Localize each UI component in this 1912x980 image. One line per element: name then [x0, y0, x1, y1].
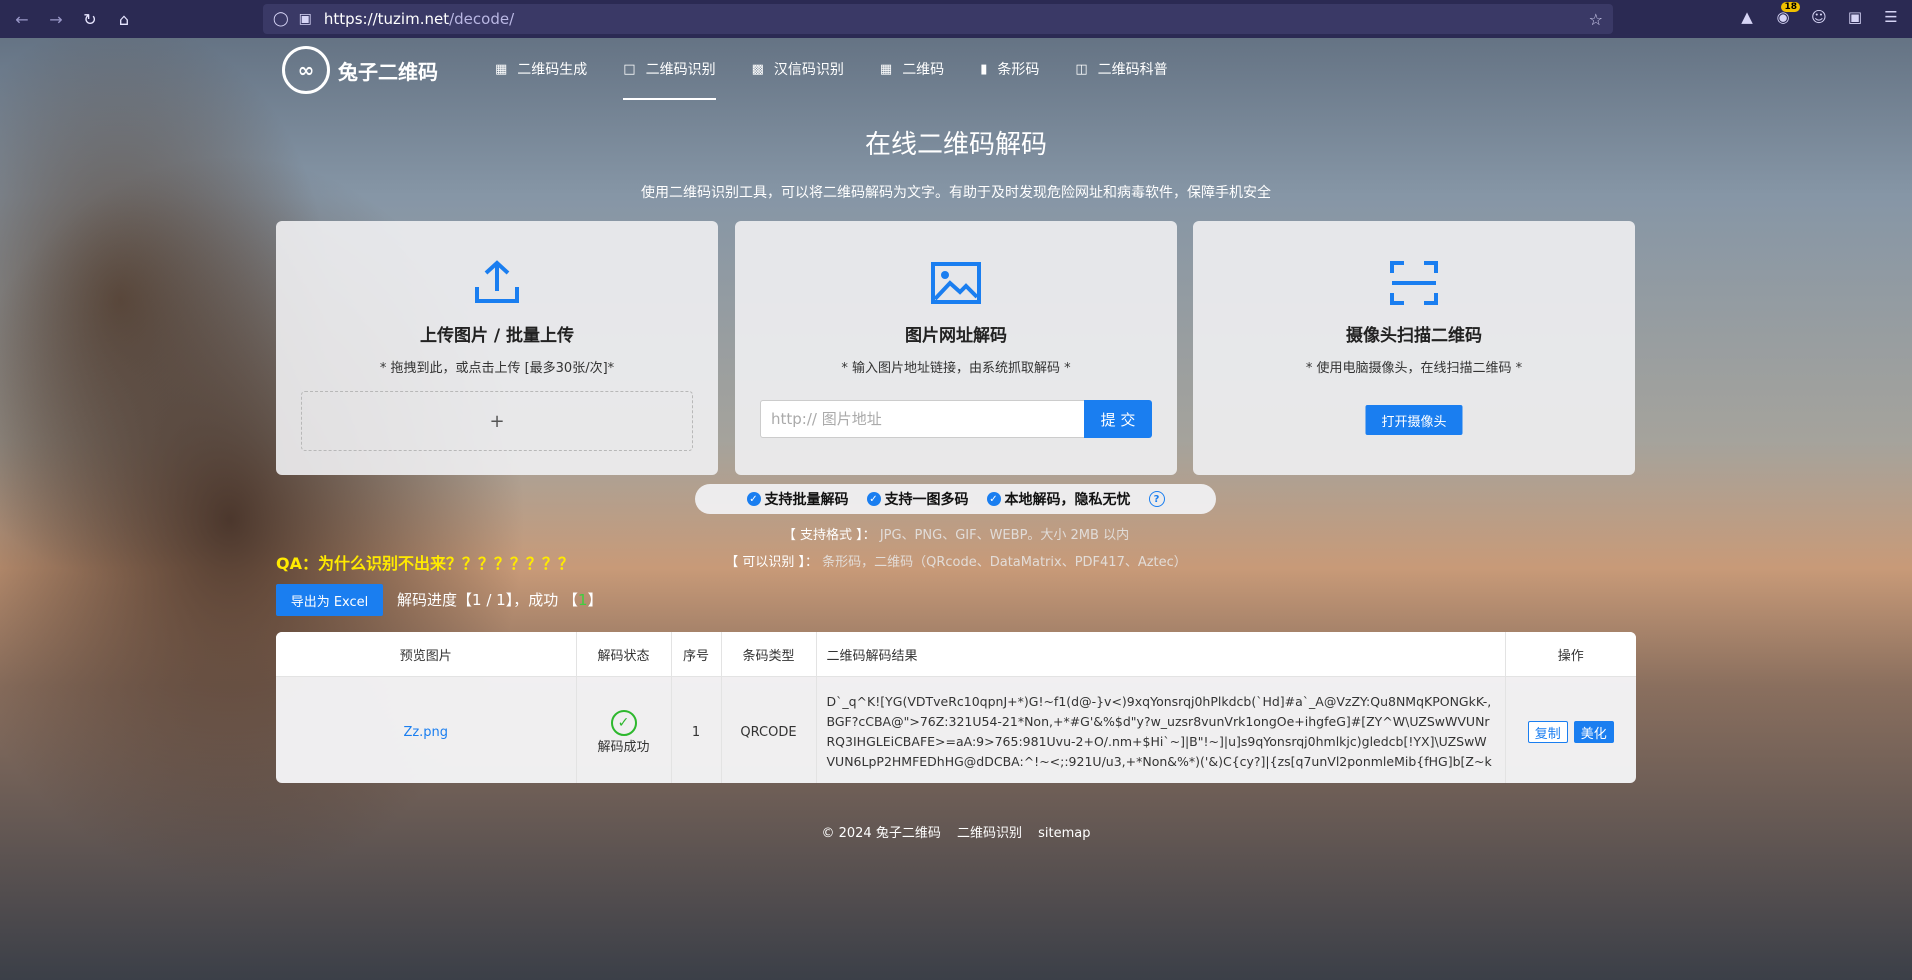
open-camera-button[interactable]: 打开摄像头	[1365, 405, 1463, 435]
url-decode-title: 图片网址解码	[905, 326, 1007, 346]
browser-toolbar: ← → ↻ ⌂ ◯ ▣ https://tuzim.net/decode/ ☆ …	[0, 0, 1912, 38]
col-type: 条码类型	[721, 632, 817, 677]
table-header-row: 预览图片 解码状态 序号 条码类型 二维码解码结果 操作	[276, 632, 1636, 677]
help-icon[interactable]: ?	[1148, 491, 1165, 507]
hamburger-menu-icon[interactable]: ☰	[1880, 6, 1902, 28]
barcode-icon: ▮	[980, 61, 988, 77]
bookmark-star-icon[interactable]: ☆	[1589, 10, 1603, 29]
camera-desc: * 使用电脑摄像头，在线扫描二维码 *	[1305, 361, 1523, 376]
footer-copyright[interactable]: © 2024 兔子二维码	[821, 826, 940, 841]
site-header: ∞ 兔子二维码 ▦ 二维码生成 □ 二维码识别 ▩ 汉信码识别 ▦ 二维码 ▮ 条形码 ◫…	[0, 38, 1912, 100]
page-title: 在线二维码解码	[864, 130, 1047, 160]
extension-shield-icon[interactable]: ◉ 18	[1772, 2, 1800, 28]
url-text[interactable]: https://tuzim.net/decode/	[324, 10, 514, 28]
profile-avatar-icon[interactable]: ☺	[1808, 6, 1830, 28]
forward-arrow-icon[interactable]: →	[44, 7, 68, 31]
url-decode-card: 图片网址解码 * 输入图片地址链接，由系统抓取解码 * 提 交	[735, 221, 1177, 475]
export-excel-button[interactable]: 导出为 Excel	[276, 584, 383, 616]
url-form: 提 交	[760, 400, 1152, 438]
upload-icon	[475, 260, 519, 303]
page-subtitle: 使用二维码识别工具，可以将二维码解码为文字。有助于及时发现危险网址和病毒软件，保…	[641, 185, 1271, 201]
lock-icon[interactable]: ▣	[299, 11, 312, 27]
check-icon: ✓	[746, 492, 761, 506]
check-icon: ✓	[986, 492, 1001, 506]
nav-qr-generate[interactable]: ▦ 二维码生成	[495, 38, 587, 100]
result-text[interactable]: D`_q^K![YG(VDTveRc10qpnJ+*)G!~f1(d@-}v<)…	[816, 676, 1506, 783]
back-arrow-icon[interactable]: ←	[10, 7, 34, 31]
status-cell: ✓ 解码成功	[576, 676, 672, 783]
image-url-input[interactable]	[760, 400, 1084, 438]
index-cell: 1	[671, 676, 722, 783]
table-row: Zz.png ✓ 解码成功 1 QRCODE D`_q^K![YG(VDTveR…	[276, 676, 1636, 784]
nav-qr-decode[interactable]: □ 二维码识别	[623, 38, 716, 100]
upload-card: 上传图片 / 批量上传 * 拖拽到此，或点击上传 [最多30张/次]* +	[276, 221, 718, 475]
extensions-icon[interactable]: ▲	[1736, 6, 1758, 28]
nav-qr-knowledge[interactable]: ◫ 二维码科普	[1075, 38, 1167, 100]
success-check-icon: ✓	[610, 709, 637, 736]
col-result: 二维码解码结果	[816, 632, 1506, 677]
shield-icon[interactable]: ◯	[273, 11, 289, 27]
book-icon: ◫	[1075, 61, 1088, 77]
camera-title: 摄像头扫描二维码	[1346, 326, 1482, 346]
submit-button[interactable]: 提 交	[1084, 400, 1152, 438]
qa-link[interactable]: QA：为什么识别不出来？？？？？？？？	[276, 550, 574, 574]
upload-dropzone[interactable]: +	[301, 391, 693, 451]
supported-formats: 【 支持格式 】： JPG、PNG、GIF、WEBP。大小 2MB 以内	[782, 528, 1130, 543]
col-preview: 预览图片	[276, 632, 577, 677]
footer-link-sitemap[interactable]: sitemap	[1038, 826, 1090, 841]
feature-pill: ✓ 支持批量解码 ✓ 支持一图多码 ✓ 本地解码，隐私无忧 ?	[695, 484, 1216, 514]
feature-item: ✓ 支持批量解码	[746, 489, 849, 509]
status-text: 解码成功	[597, 739, 650, 755]
tampermonkey-icon[interactable]: ▣	[1844, 6, 1866, 28]
nav-hanxin-decode[interactable]: ▩ 汉信码识别	[752, 38, 844, 100]
logo-text: 兔子二维码	[338, 59, 438, 84]
decode-progress: 解码进度【1 / 1】，成功 【1】	[397, 591, 603, 609]
plus-icon: +	[489, 410, 505, 432]
grid-icon: ▦	[879, 61, 893, 77]
address-bar[interactable]: ◯ ▣ https://tuzim.net/decode/ ☆	[263, 4, 1613, 34]
feature-item: ✓ 本地解码，隐私无忧	[986, 489, 1131, 509]
col-actions: 操作	[1505, 632, 1636, 677]
main-nav: ▦ 二维码生成 □ 二维码识别 ▩ 汉信码识别 ▦ 二维码 ▮ 条形码 ◫ 二维码科普	[495, 38, 1204, 100]
upload-title: 上传图片 / 批量上传	[419, 326, 575, 346]
col-index: 序号	[671, 632, 722, 677]
site-logo[interactable]: ∞ 兔子二维码	[282, 46, 438, 94]
nav-qrcode[interactable]: ▦ 二维码	[880, 38, 944, 100]
check-icon: ✓	[866, 492, 881, 506]
camera-card: 摄像头扫描二维码 * 使用电脑摄像头，在线扫描二维码 * 打开摄像头	[1193, 221, 1635, 475]
image-icon	[931, 262, 981, 304]
url-decode-desc: * 输入图片地址链接，由系统抓取解码 *	[841, 361, 1071, 376]
beautify-button[interactable]: 美化	[1573, 721, 1614, 743]
upload-desc: * 拖拽到此，或点击上传 [最多30张/次]*	[379, 361, 615, 376]
scan-frame-icon	[1390, 261, 1438, 305]
nav-barcode[interactable]: ▮ 条形码	[980, 38, 1039, 100]
reload-icon[interactable]: ↻	[78, 7, 102, 31]
footer: © 2024 兔子二维码 二维码识别 sitemap	[0, 822, 1912, 841]
footer-link-decode[interactable]: 二维码识别	[957, 826, 1022, 841]
scan-icon: □	[623, 61, 636, 77]
col-status: 解码状态	[576, 632, 672, 677]
rabbit-logo-icon: ∞	[282, 46, 330, 94]
home-icon[interactable]: ⌂	[112, 7, 136, 31]
actions-cell: 复制 美化	[1505, 677, 1636, 784]
copy-button[interactable]: 复制	[1527, 721, 1568, 743]
preview-file-link[interactable]: Zz.png	[403, 725, 448, 740]
terminal-icon: ▩	[751, 61, 764, 77]
results-table: 预览图片 解码状态 序号 条码类型 二维码解码结果 操作 Zz.png ✓ 解码…	[276, 632, 1636, 783]
type-cell: QRCODE	[721, 676, 817, 783]
feature-item: ✓ 支持一图多码	[866, 489, 969, 509]
qrcode-grid-icon: ▦	[495, 61, 508, 77]
